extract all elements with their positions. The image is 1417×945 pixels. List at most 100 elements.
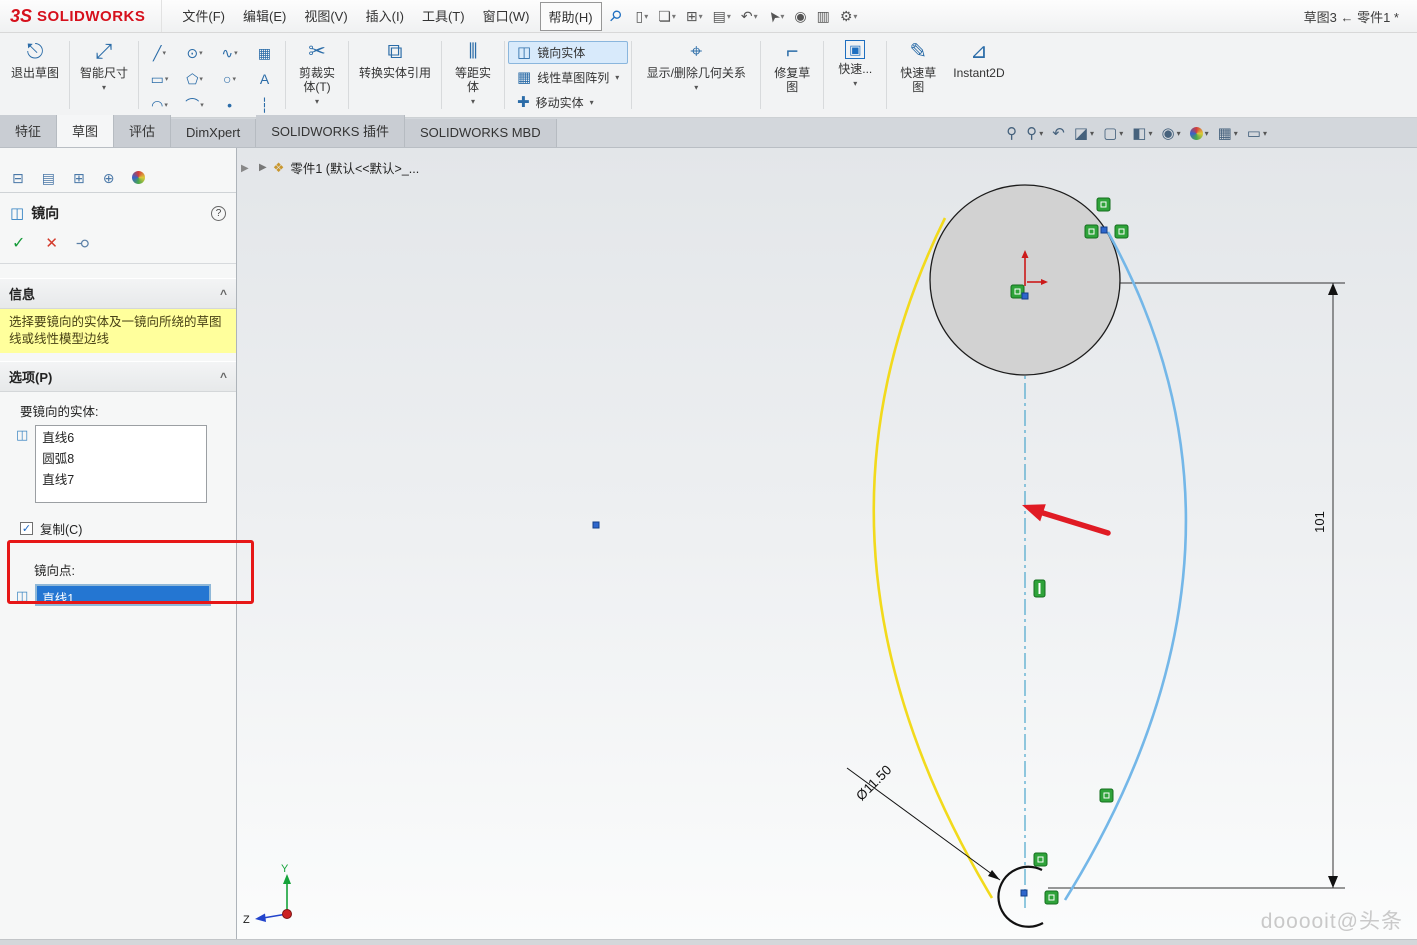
new-document-icon[interactable]: ▯▾ [633,6,652,27]
polygon-tool[interactable]: ⬠▾ [177,66,212,92]
rebuild-icon[interactable]: ◉ [791,6,809,27]
menu-edit[interactable]: 编辑(E) [235,2,294,31]
keep-visible-pin-icon[interactable]: ⚲ [75,238,92,248]
list-item[interactable]: 圆弧8 [36,447,206,468]
copy-checkbox[interactable]: ✓ [20,522,33,535]
configurationmanager-tab-icon[interactable]: ⊞ [73,170,85,187]
relation-icon[interactable] [1100,789,1113,802]
print-icon[interactable]: ▤▾ [710,6,734,27]
menu-tools[interactable]: 工具(T) [414,2,473,31]
trim-entities-button[interactable]: ✂ 剪裁实体(T) ▾ [289,36,345,114]
instant2d-button[interactable]: ⊿ Instant2D [946,36,1011,114]
view-settings-icon[interactable]: ▭▾ [1247,124,1267,142]
dimension-text-101[interactable]: 101 [1312,511,1327,533]
rapid-sketch-button[interactable]: ✎ 快速草图 [890,36,946,114]
menu-file[interactable]: 文件(F) [174,2,233,31]
linear-sketch-pattern-button[interactable]: ▦ 线性草图阵列 ▾ [508,66,628,89]
sketch-point[interactable] [1021,890,1027,896]
fillet-tool[interactable]: ⌒▾ [177,92,212,118]
file-properties-icon[interactable]: ▥ [814,6,833,27]
dropdown-arrow-icon[interactable]: ▾ [471,97,475,106]
spline-tool[interactable]: ∿▾ [212,40,247,66]
info-section-header[interactable]: 信息 ^ [0,278,236,309]
list-item[interactable]: 直线6 [36,426,206,447]
text-tool[interactable]: A [247,66,282,92]
exit-sketch-button[interactable]: ⎋ 退出草图 [4,36,66,114]
dimxpertmanager-tab-icon[interactable]: ⊕ [103,170,115,187]
menu-insert[interactable]: 插入(I) [358,2,412,31]
zoom-fit-icon[interactable]: ⚲ [1006,124,1017,142]
line-tool[interactable]: ╱▾ [142,40,177,66]
collapse-chevron-icon[interactable]: ^ [220,370,227,384]
apply-scene-icon[interactable]: ▦▾ [1218,124,1238,142]
tree-expand-caret-icon[interactable]: ▶ [259,162,267,173]
dropdown-arrow-icon[interactable]: ▾ [853,79,857,88]
relation-icon[interactable] [1097,198,1110,211]
dropdown-arrow-icon[interactable]: ▾ [615,73,619,82]
display-delete-relations-button[interactable]: ⌖ 显示/删除几何关系 ▾ [635,36,757,114]
list-item[interactable]: 直线7 [36,468,206,489]
featuremanager-tab-icon[interactable]: ⊟ [12,170,24,187]
tab-solidworks-mbd[interactable]: SOLIDWORKS MBD [405,119,557,147]
propertymanager-tab-icon[interactable]: ▤ [42,170,55,187]
previous-view-icon[interactable]: ↶ [1052,124,1065,142]
zoom-area-icon[interactable]: ⚲▾ [1026,124,1043,142]
tab-evaluate[interactable]: 评估 [114,115,171,147]
relation-icon[interactable] [1045,891,1058,904]
sketch-point[interactable] [1101,227,1107,233]
view-orientation-icon[interactable]: ▢▾ [1103,124,1123,142]
smart-dimension-button[interactable]: ⤢ 智能尺寸 ▾ [73,36,135,114]
tab-solidworks-addins[interactable]: SOLIDWORKS 插件 [256,115,405,147]
pin-menubar-icon[interactable]: ⚲ [605,6,626,27]
dropdown-arrow-icon[interactable]: ▾ [315,97,319,106]
displaymanager-tab-icon[interactable] [132,171,145,187]
offset-entities-button[interactable]: ⫴ 等距实体 ▾ [445,36,501,114]
menu-view[interactable]: 视图(V) [296,2,355,31]
open-document-icon[interactable]: ❏▾ [655,6,679,27]
edit-appearance-icon[interactable]: ▾ [1190,127,1209,140]
vertical-relation-icon[interactable] [1034,580,1045,597]
relation-icon[interactable] [1115,225,1128,238]
convert-entities-button[interactable]: ⧉ 转换实体引用 [352,36,438,114]
entities-listbox[interactable]: 直线6 圆弧8 直线7 [35,425,207,503]
relation-icon[interactable] [1034,853,1047,866]
select-cursor-icon[interactable]: ➤▾ [765,6,788,27]
dimension-text-diameter[interactable]: Ø11.50 [853,762,894,803]
point-tool[interactable]: • [212,92,247,118]
bottom-arc[interactable] [998,867,1043,927]
tab-sketch[interactable]: 草图 [57,115,114,147]
mirror-point-field[interactable]: 直线1 [35,584,211,606]
tab-dimxpert[interactable]: DimXpert [171,119,256,147]
ok-button[interactable]: ✓ [12,233,25,253]
relation-icon[interactable] [1085,225,1098,238]
graphics-area[interactable]: 101 Ø11.50 [237,148,1417,939]
options-section-header[interactable]: 选项(P) ^ [0,361,236,392]
undo-icon[interactable]: ↶▾ [738,6,761,27]
mirror-entities-button[interactable]: ◫ 镜向实体 [508,41,628,64]
sketch-point[interactable] [1022,293,1028,299]
hide-show-items-icon[interactable]: ◉▾ [1161,124,1180,142]
menu-help[interactable]: 帮助(H) [540,2,602,31]
pattern-tool[interactable]: ▦ [247,40,282,66]
sketch-point[interactable] [593,522,599,528]
help-icon[interactable]: ? [211,206,226,221]
dropdown-arrow-icon[interactable]: ▾ [590,98,594,107]
cancel-button[interactable]: ✕ [45,234,58,252]
dropdown-arrow-icon[interactable]: ▾ [694,83,698,92]
rectangle-tool[interactable]: ▭▾ [142,66,177,92]
dropdown-arrow-icon[interactable]: ▾ [102,83,106,92]
circle-tool[interactable]: ⊙▾ [177,40,212,66]
save-icon[interactable]: ⊞▾ [683,6,706,27]
tree-root-label[interactable]: 零件1 (默认<<默认>_... [290,158,419,177]
tab-features[interactable]: 特征 [0,115,57,147]
menu-window[interactable]: 窗口(W) [475,2,538,31]
options-gear-icon[interactable]: ⚙▾ [837,6,861,27]
section-view-icon[interactable]: ◪▾ [1074,124,1094,142]
quick-snaps-button[interactable]: ▣ 快速... ▾ [827,36,883,114]
ellipse-tool[interactable]: ○▾ [212,66,247,92]
display-style-icon[interactable]: ◧▾ [1132,124,1152,142]
collapse-chevron-icon[interactable]: ^ [220,287,227,301]
move-entities-button[interactable]: ✚ 移动实体 ▾ [508,91,628,114]
panel-flyout-caret-icon[interactable]: ▶ [241,163,249,174]
repair-sketch-button[interactable]: ⌐ 修复草图 [764,36,820,114]
